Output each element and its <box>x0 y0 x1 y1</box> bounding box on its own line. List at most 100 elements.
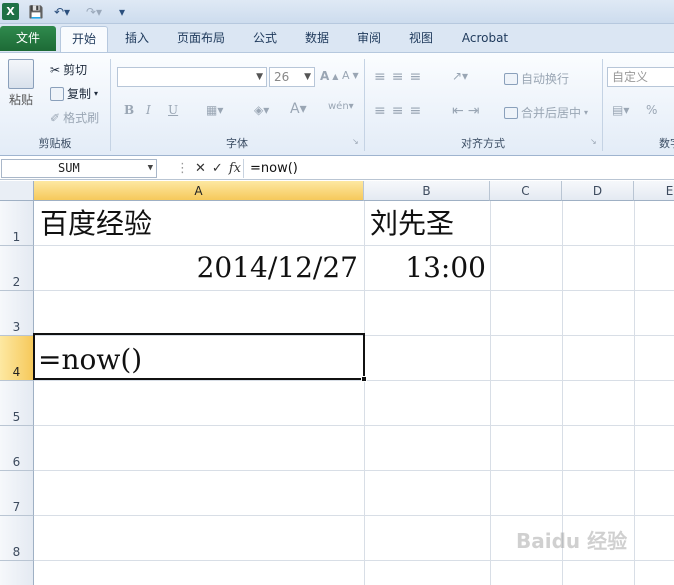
dotted-handle-icon: ⋮ <box>176 161 189 176</box>
orientation-icon[interactable]: ↗▾ <box>452 69 468 83</box>
gridline <box>364 201 365 585</box>
font-color-icon[interactable]: A▾ <box>290 101 307 117</box>
cell-a1[interactable]: 百度经验 <box>40 207 152 241</box>
format-painter-label: 格式刷 <box>63 111 100 125</box>
tab-acrobat[interactable]: Acrobat <box>454 26 516 52</box>
fill-handle[interactable] <box>361 376 367 382</box>
separator <box>602 59 603 151</box>
phonetic-icon[interactable]: wén▾ <box>328 101 354 112</box>
redo-icon[interactable]: ↷▾ <box>82 3 106 21</box>
row-header-6[interactable]: 6 <box>0 426 34 471</box>
column-header-a[interactable]: A <box>34 181 364 201</box>
shrink-font-label: A <box>342 69 350 82</box>
column-header-c[interactable]: C <box>490 181 562 201</box>
gridline <box>490 201 491 585</box>
wrap-text-label: 自动换行 <box>521 72 570 86</box>
wrap-text-button[interactable]: 自动换行 <box>504 70 569 87</box>
gridline <box>34 290 674 291</box>
copy-icon <box>50 86 64 101</box>
row-header-5[interactable]: 5 <box>0 381 34 426</box>
font-dialog-launcher-icon[interactable]: ↘ <box>352 137 359 146</box>
cut-label: 剪切 <box>63 63 88 77</box>
merge-icon <box>504 106 518 119</box>
grow-font-button[interactable]: A ▲ <box>320 69 338 83</box>
italic-button[interactable]: I <box>146 103 151 117</box>
paste-label: 粘贴 <box>8 93 33 107</box>
merge-center-button[interactable]: 合并后居中 ▾ <box>504 104 588 121</box>
gridline <box>34 245 674 246</box>
fill-color-icon[interactable]: ◈▾ <box>254 103 269 117</box>
cut-button[interactable]: ✂ 剪切 <box>50 61 87 78</box>
ribbon: 粘贴 ✂ 剪切 复制 ▾ ✐ 格式刷 剪贴板 ▼ 26 ▼ A ▲ A ▼ B I U ▦▾… <box>0 52 674 156</box>
gridline <box>34 380 674 381</box>
number-format-select[interactable]: 自定义 <box>607 67 674 87</box>
alignment-group-label: 对齐方式 <box>461 137 505 150</box>
brush-icon: ✐ <box>50 110 61 125</box>
watermark: Baidu 经验 <box>516 529 628 553</box>
tab-formulas[interactable]: 公式 <box>246 26 284 52</box>
tab-page-layout[interactable]: 页面布局 <box>170 26 232 52</box>
font-size-select[interactable]: 26 ▼ <box>269 67 315 87</box>
name-box[interactable]: SUM ▼ <box>1 159 157 178</box>
gridline <box>34 515 674 516</box>
name-box-value: SUM <box>58 161 80 175</box>
merge-center-label: 合并后居中 <box>521 106 582 120</box>
tab-review[interactable]: 审阅 <box>350 26 388 52</box>
clipboard-icon <box>8 59 34 89</box>
gridline <box>34 470 674 471</box>
active-cell-border <box>33 333 365 380</box>
column-header-d[interactable]: D <box>562 181 634 201</box>
grow-font-label: A <box>320 69 330 83</box>
save-icon[interactable]: 💾 <box>28 3 44 21</box>
tab-insert[interactable]: 插入 <box>118 26 156 52</box>
underline-button[interactable]: U <box>168 103 178 117</box>
insert-function-icon[interactable]: fx <box>229 161 241 176</box>
scissors-icon: ✂ <box>50 62 61 77</box>
select-all-corner[interactable] <box>0 181 34 201</box>
clipboard-group-label: 剪贴板 <box>38 137 72 150</box>
tab-view[interactable]: 视图 <box>402 26 440 52</box>
tab-data[interactable]: 数据 <box>298 26 336 52</box>
borders-icon[interactable]: ▦▾ <box>206 103 223 117</box>
horizontal-align-icons[interactable]: ≡≡≡ <box>374 103 427 119</box>
currency-icon[interactable]: ▤▾ <box>612 103 629 117</box>
number-group-label: 数字 <box>659 137 674 150</box>
cell-a2[interactable]: 2014/12/27 <box>40 251 358 285</box>
gridline <box>34 425 674 426</box>
gridline <box>634 201 635 585</box>
format-painter-button[interactable]: ✐ 格式刷 <box>50 109 99 126</box>
tab-home[interactable]: 开始 <box>60 26 108 52</box>
enter-icon[interactable]: ✓ <box>212 161 223 176</box>
formula-input[interactable]: =now() <box>243 159 673 178</box>
column-header-b[interactable]: B <box>364 181 490 201</box>
cell-b2[interactable]: 13:00 <box>370 251 486 285</box>
row-header-2[interactable]: 2 <box>0 246 34 291</box>
row-header-9[interactable] <box>0 561 34 585</box>
row-header-7[interactable]: 7 <box>0 471 34 516</box>
tab-file[interactable]: 文件 <box>0 26 56 51</box>
alignment-dialog-launcher-icon[interactable]: ↘ <box>590 137 597 146</box>
undo-icon[interactable]: ↶▾ <box>50 3 74 21</box>
cell-b1[interactable]: 刘先圣 <box>370 207 454 241</box>
vertical-align-icons[interactable]: ≡≡≡ <box>374 69 427 85</box>
font-group-label: 字体 <box>226 137 248 150</box>
shrink-font-button[interactable]: A ▼ <box>342 69 359 82</box>
row-header-3[interactable]: 3 <box>0 291 34 336</box>
row-header-1[interactable]: 1 <box>0 201 34 246</box>
row-header-8[interactable]: 8 <box>0 516 34 561</box>
column-header-e[interactable]: E <box>634 181 674 201</box>
number-format-value: 自定义 <box>612 70 649 84</box>
cancel-icon[interactable]: ✕ <box>195 161 206 176</box>
copy-button[interactable]: 复制 ▾ <box>50 85 98 102</box>
ribbon-tabs: 文件 开始 插入 页面布局 公式 数据 审阅 视图 Acrobat <box>0 24 674 52</box>
excel-logo-icon: X <box>2 3 19 20</box>
font-size-value: 26 <box>274 70 290 84</box>
font-name-select[interactable]: ▼ <box>117 67 267 87</box>
customize-quick-access-icon[interactable]: ▾ <box>116 3 128 21</box>
percent-button[interactable]: % <box>646 103 657 117</box>
row-header-4[interactable]: 4 <box>0 336 34 381</box>
formula-icons: ⋮ ✕ ✓ fx <box>176 159 241 178</box>
bold-button[interactable]: B <box>124 103 134 117</box>
indent-icons[interactable]: ⇤⇥ <box>452 103 483 119</box>
paste-button[interactable]: 粘贴 <box>8 59 34 108</box>
